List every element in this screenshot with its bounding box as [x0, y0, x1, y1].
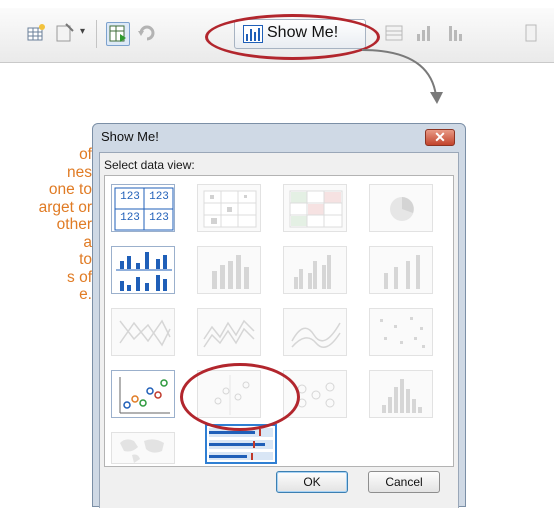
highlight-table-tile[interactable] [283, 184, 347, 232]
heat-map-tile[interactable] [197, 184, 261, 232]
horizontal-bars-tile[interactable] [111, 246, 175, 294]
new-worksheet-icon[interactable] [26, 22, 48, 44]
cancel-button[interactable]: Cancel [368, 471, 440, 493]
caption-line: of [79, 146, 92, 163]
more-icon[interactable] [520, 22, 542, 44]
select-view-label: Select data view: [104, 158, 195, 172]
text-table-value: 123 [149, 212, 169, 224]
scatter-plot-tile[interactable] [111, 370, 175, 418]
pointer-arrow [361, 49, 443, 104]
text-table-value: 123 [120, 212, 140, 224]
toolbar: ▾ Show Me! [0, 8, 554, 63]
side-by-side-bars-tile[interactable] [283, 246, 347, 294]
refresh-icon[interactable] [136, 22, 158, 44]
text-table-value: 123 [149, 191, 169, 203]
lines-discrete-tile[interactable] [111, 308, 175, 356]
dropdown-arrow-icon[interactable]: ▾ [80, 26, 85, 37]
text-table-value: 123 [120, 191, 140, 203]
dialog-body: Select data view: 123 123 123 123 OK Can… [99, 152, 459, 508]
clear-sheet-icon[interactable] [54, 22, 76, 44]
swap-axes-icon[interactable] [106, 22, 130, 46]
dialog-title: Show Me! [101, 129, 159, 144]
lines-continuous-tile[interactable] [197, 308, 261, 356]
caption-line: one to [48, 181, 92, 198]
caption-line: other [56, 216, 92, 233]
pie-chart-tile[interactable] [369, 184, 433, 232]
group-icon[interactable] [384, 22, 406, 44]
caption-line: s of [67, 268, 92, 286]
circle-views-tile[interactable] [369, 308, 433, 356]
sort-descending-icon[interactable] [446, 22, 468, 44]
show-me-dialog: Show Me! ✕ Select data view: 123 123 123… [92, 123, 466, 508]
ok-button[interactable]: OK [276, 471, 348, 493]
map-tile[interactable] [111, 432, 175, 464]
text-table-tile[interactable]: 123 123 123 123 [111, 184, 175, 232]
caption-line: to [79, 251, 92, 268]
side-caption: of nes one to arget or other a to s of e… [0, 146, 92, 304]
dialog-titlebar[interactable]: Show Me! ✕ [93, 124, 465, 152]
dual-lines-tile[interactable] [283, 308, 347, 356]
toolbar-separator [96, 20, 97, 48]
stacked-bars-tile[interactable] [197, 246, 261, 294]
caption-line: e. [79, 286, 92, 303]
chart-type-grid: 123 123 123 123 [104, 175, 454, 467]
annotation-circle [205, 14, 380, 60]
annotation-circle [180, 363, 300, 431]
gantt-bars-tile[interactable] [369, 246, 433, 294]
caption-line: nes [67, 163, 92, 181]
caption-line: a [83, 233, 92, 251]
close-icon: ✕ [434, 129, 446, 145]
close-button[interactable]: ✕ [425, 129, 455, 146]
caption-line: arget or [38, 198, 92, 216]
histogram-tile[interactable] [369, 370, 433, 418]
sort-ascending-icon[interactable] [414, 22, 436, 44]
